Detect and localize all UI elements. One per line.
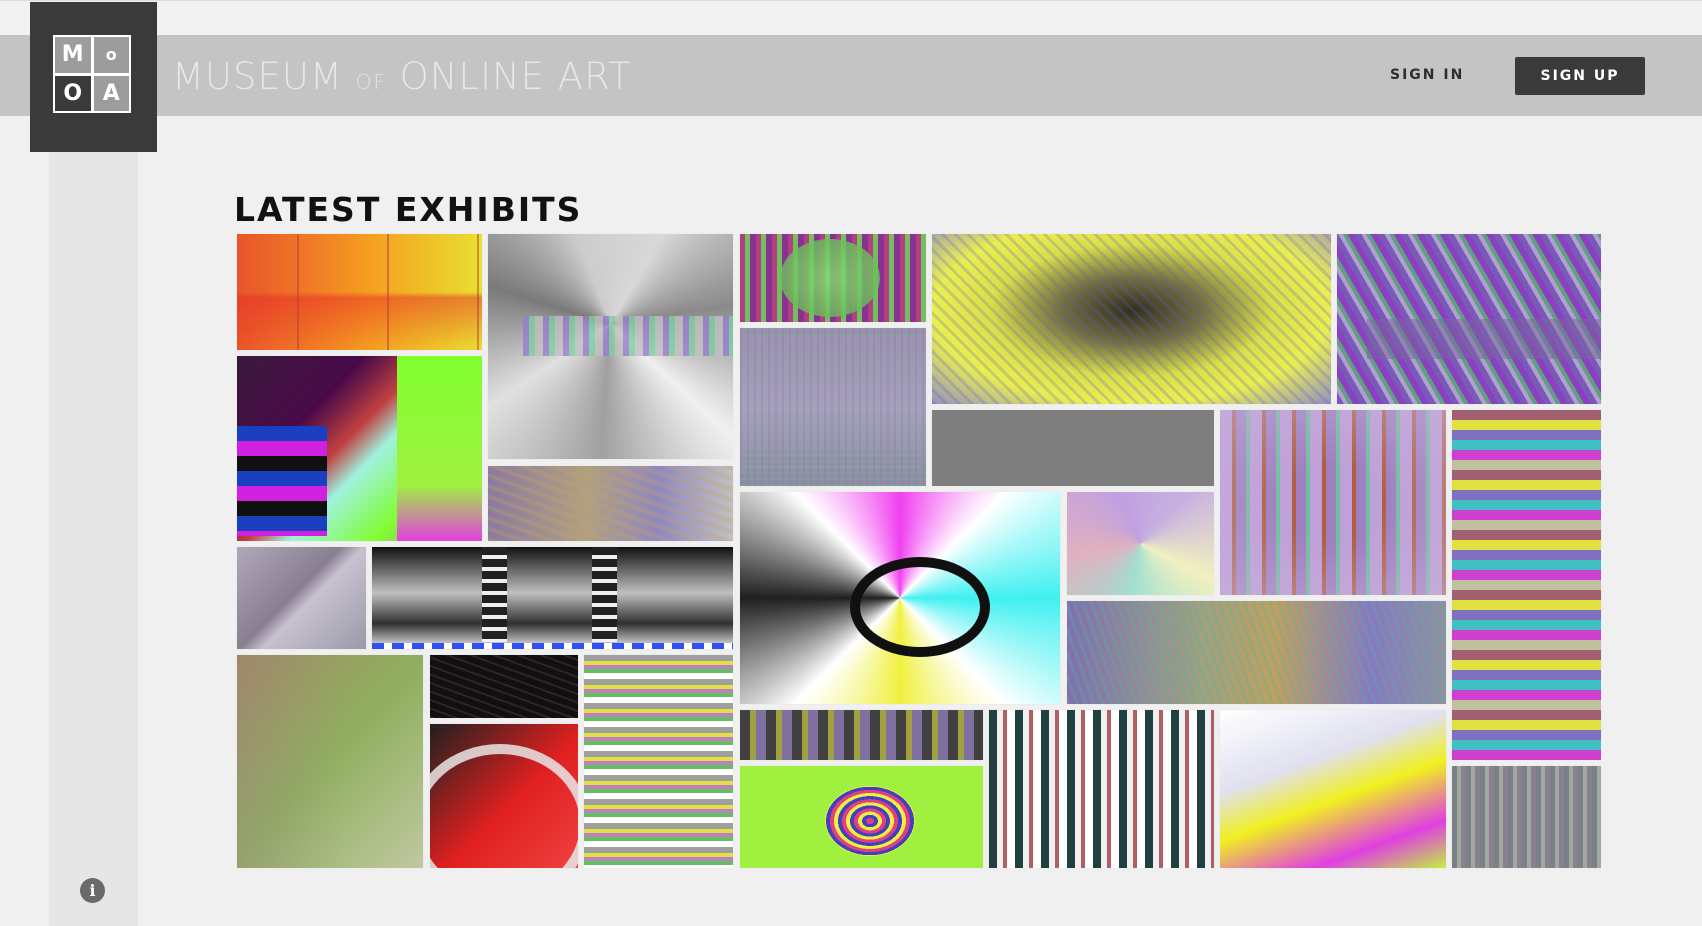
tile-artwork <box>430 655 578 718</box>
sign-in-link[interactable]: SIGN IN <box>1390 67 1464 83</box>
exhibit-tile[interactable] <box>1220 410 1446 595</box>
section-title: LATEST EXHIBITS <box>234 190 583 230</box>
tile-artwork <box>430 744 578 868</box>
info-icon[interactable]: i <box>80 878 105 903</box>
logo-letter-o-small: o <box>93 37 129 73</box>
tile-artwork <box>237 234 482 350</box>
exhibit-tile[interactable] <box>488 466 733 541</box>
info-icon-glyph: i <box>89 881 96 900</box>
tile-artwork <box>932 234 1331 404</box>
exhibit-tile[interactable] <box>740 328 926 486</box>
exhibit-tile[interactable] <box>430 655 578 718</box>
exhibit-tile[interactable] <box>932 410 1214 486</box>
tile-artwork <box>1220 410 1446 595</box>
exhibit-tile[interactable] <box>237 356 482 541</box>
tile-artwork <box>1367 319 1601 359</box>
tile-artwork <box>237 655 423 868</box>
exhibit-tile[interactable] <box>1452 410 1601 760</box>
tile-artwork <box>825 786 915 856</box>
tile-artwork <box>397 356 482 541</box>
tile-artwork <box>850 557 990 657</box>
exhibit-tile[interactable] <box>237 655 423 868</box>
exhibit-tile[interactable] <box>237 547 366 649</box>
logo[interactable]: M o O A <box>30 2 157 152</box>
tile-artwork <box>372 643 733 649</box>
logo-letter-m: M <box>55 37 91 73</box>
left-sidebar <box>49 116 138 926</box>
exhibit-tile[interactable] <box>1452 766 1601 868</box>
exhibit-tile[interactable] <box>932 234 1331 404</box>
site-title-online-art: ONLINE ART <box>399 55 632 98</box>
exhibit-tile[interactable] <box>740 492 1060 704</box>
logo-letter-o: O <box>55 75 91 111</box>
exhibit-tile[interactable] <box>1337 234 1601 404</box>
site-title-of: OF <box>355 70 387 94</box>
exhibit-tile[interactable] <box>372 547 733 649</box>
sign-up-button[interactable]: SIGN UP <box>1515 57 1645 95</box>
site-title-museum: MUSEUM <box>172 55 343 98</box>
browser-top-strip <box>0 0 1702 35</box>
logo-letter-a: A <box>93 75 129 111</box>
exhibit-tile[interactable] <box>430 724 578 868</box>
exhibit-tile[interactable] <box>1067 601 1446 704</box>
tile-artwork <box>482 547 507 642</box>
tile-artwork <box>780 239 880 317</box>
exhibit-tile[interactable] <box>488 234 733 459</box>
tile-artwork <box>523 316 733 356</box>
tile-artwork <box>237 426 327 536</box>
exhibit-tile[interactable] <box>237 234 482 350</box>
tile-artwork <box>488 466 733 541</box>
site-title[interactable]: MUSEUM OF ONLINE ART <box>172 55 632 98</box>
exhibit-tile[interactable] <box>740 766 983 868</box>
exhibit-tile[interactable] <box>584 655 733 868</box>
tile-artwork <box>1067 601 1446 704</box>
exhibit-tile[interactable] <box>989 710 1214 868</box>
exhibit-tile[interactable] <box>1067 492 1214 595</box>
logo-mark: M o O A <box>53 35 131 113</box>
exhibit-tile[interactable] <box>740 234 926 322</box>
exhibit-tile[interactable] <box>740 710 983 760</box>
exhibit-tile[interactable] <box>1220 710 1446 868</box>
tile-artwork <box>740 328 926 486</box>
tile-artwork <box>592 547 617 642</box>
